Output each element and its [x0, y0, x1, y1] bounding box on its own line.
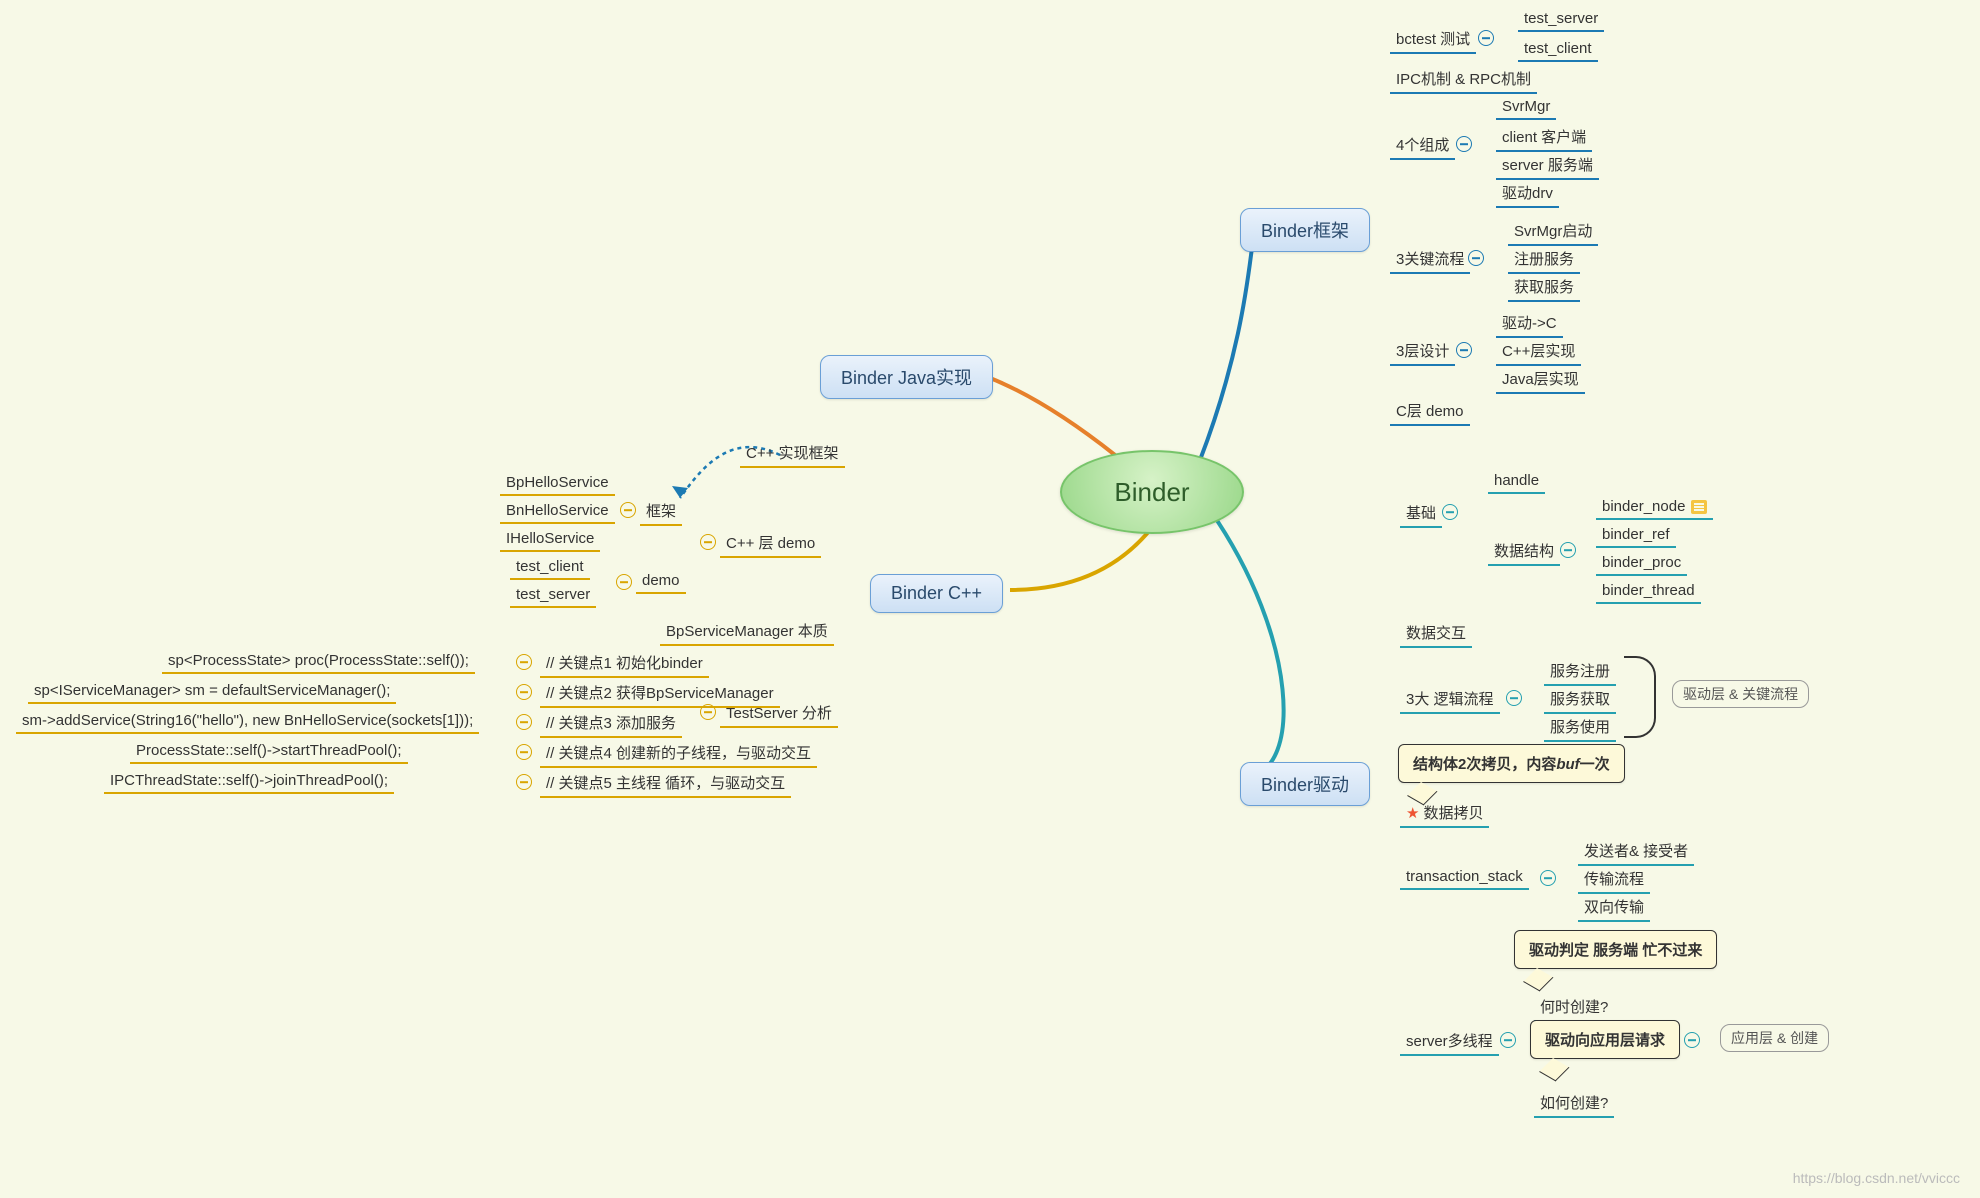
toggle-icon[interactable] [1506, 690, 1522, 706]
layer-0: 驱动->C [1496, 310, 1563, 338]
toggle-icon[interactable] [700, 534, 716, 550]
ts-1: 传输流程 [1578, 866, 1650, 894]
mt-callout1: 驱动判定 服务端 忙不过来 [1514, 930, 1717, 969]
flow-2: 获取服务 [1508, 274, 1580, 302]
struct0: binder_node [1596, 496, 1713, 520]
comp-1: client 客户端 [1496, 124, 1592, 152]
comp-2: server 服务端 [1496, 152, 1599, 180]
toggle-icon[interactable] [1442, 504, 1458, 520]
bctest-1: test_client [1518, 38, 1598, 62]
ts-code2: sp<IServiceManager> sm = defaultServiceM… [28, 680, 396, 704]
toggle-icon[interactable] [516, 684, 532, 700]
copy-callout: 结构体2次拷贝，内容buf一次 [1398, 744, 1625, 783]
ts-note3: // 关键点3 添加服务 [540, 710, 682, 738]
ts-0: 发送者& 接受者 [1578, 838, 1694, 866]
comp-3: 驱动drv [1496, 180, 1559, 208]
branch-java[interactable]: Binder Java实现 [820, 355, 993, 399]
toggle-icon[interactable] [1560, 542, 1576, 558]
server-mt[interactable]: server多线程 [1400, 1028, 1499, 1056]
layer-2: Java层实现 [1496, 366, 1585, 394]
logic2: 服务使用 [1544, 714, 1616, 742]
toggle-icon[interactable] [516, 654, 532, 670]
star-icon: ★ [1406, 805, 1419, 822]
toggle-icon[interactable] [1684, 1032, 1700, 1048]
toggle-icon[interactable] [616, 574, 632, 590]
branch-cpp[interactable]: Binder C++ [870, 574, 1003, 613]
cpp-demo-demo[interactable]: demo [636, 570, 686, 594]
components[interactable]: 4个组成 [1390, 132, 1455, 160]
ipc: IPC机制 & RPC机制 [1390, 66, 1537, 94]
struct2: binder_proc [1596, 552, 1687, 576]
test-client: test_client [510, 556, 590, 580]
toggle-icon[interactable] [620, 502, 636, 518]
bctest-0: test_server [1518, 8, 1604, 32]
layers[interactable]: 3层设计 [1390, 338, 1455, 366]
ts-code4: ProcessState::self()->startThreadPool(); [130, 740, 408, 764]
brace-icon [1624, 656, 1656, 738]
cpp-demo-framework[interactable]: 框架 [640, 498, 682, 526]
flow-1: 注册服务 [1508, 246, 1580, 274]
toggle-icon[interactable] [516, 714, 532, 730]
ts-code3: sm->addService(String16("hello"), new Bn… [16, 710, 479, 734]
tstack[interactable]: transaction_stack [1400, 866, 1529, 890]
toggle-icon[interactable] [1500, 1032, 1516, 1048]
exchange: 数据交互 [1400, 620, 1472, 648]
toggle-icon[interactable] [1540, 870, 1556, 886]
ts-code1: sp<ProcessState> proc(ProcessState::self… [162, 650, 475, 674]
ts-code5: IPCThreadState::self()->joinThreadPool()… [104, 770, 394, 794]
toggle-icon[interactable] [1468, 250, 1484, 266]
logic1: 服务获取 [1544, 686, 1616, 714]
logic[interactable]: 3大 逻辑流程 [1400, 686, 1500, 714]
mt-when: 何时创建? [1534, 994, 1614, 1022]
toggle-icon[interactable] [1456, 136, 1472, 152]
i-hello: IHelloService [500, 528, 600, 552]
ts-note2: // 关键点2 获得BpServiceManager [540, 680, 780, 708]
mt-callout2: 驱动向应用层请求 [1530, 1020, 1680, 1059]
ts-note4: // 关键点4 创建新的子线程，与驱动交互 [540, 740, 817, 768]
mt-how: 如何创建? [1534, 1090, 1614, 1118]
struct[interactable]: 数据结构 [1488, 538, 1560, 566]
flow-0: SvrMgr启动 [1508, 218, 1598, 246]
struct3: binder_thread [1596, 580, 1701, 604]
bctest[interactable]: bctest 测试 [1390, 26, 1476, 54]
toggle-icon[interactable] [1478, 30, 1494, 46]
cpp-fr-label: C++ 实现框架 [740, 440, 845, 468]
test-server: test_server [510, 584, 596, 608]
copy: ★数据拷贝 [1400, 800, 1489, 828]
watermark: https://blog.csdn.net/vviccc [1793, 1170, 1960, 1186]
bp-hello: BpHelloService [500, 472, 615, 496]
toggle-icon[interactable] [1456, 342, 1472, 358]
basic[interactable]: 基础 [1400, 500, 1442, 528]
root-node[interactable]: Binder [1060, 450, 1244, 534]
bn-hello: BnHelloService [500, 500, 615, 524]
cpp-demo[interactable]: C++ 层 demo [720, 530, 821, 558]
toggle-icon[interactable] [516, 744, 532, 760]
handle: handle [1488, 470, 1545, 494]
struct1: binder_ref [1596, 524, 1676, 548]
logic0: 服务注册 [1544, 658, 1616, 686]
mt-tag: 应用层 & 创建 [1720, 1024, 1829, 1052]
ts-2: 双向传输 [1578, 894, 1650, 922]
toggle-icon[interactable] [516, 774, 532, 790]
branch-framework[interactable]: Binder框架 [1240, 208, 1370, 252]
bp-sm: BpServiceManager 本质 [660, 618, 834, 646]
cdemo: C层 demo [1390, 398, 1470, 426]
flows[interactable]: 3关键流程 [1390, 246, 1470, 274]
logic-tag: 驱动层 & 关键流程 [1672, 680, 1809, 708]
ts-note5: // 关键点5 主线程 循环，与驱动交互 [540, 770, 791, 798]
branch-driver[interactable]: Binder驱动 [1240, 762, 1370, 806]
note-icon [1691, 500, 1707, 514]
ts-note1: // 关键点1 初始化binder [540, 650, 709, 678]
layer-1: C++层实现 [1496, 338, 1581, 366]
comp-0: SvrMgr [1496, 96, 1556, 120]
